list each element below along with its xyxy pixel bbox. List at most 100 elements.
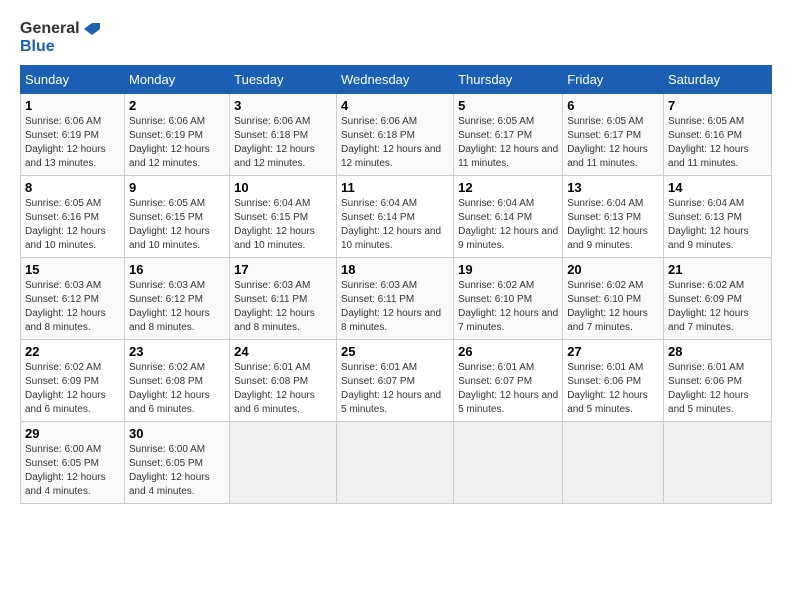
day-info: Sunrise: 6:02 AMSunset: 6:08 PMDaylight:… — [129, 362, 210, 415]
day-info: Sunrise: 6:05 AMSunset: 6:16 PMDaylight:… — [25, 198, 106, 251]
calendar-cell: 18 Sunrise: 6:03 AMSunset: 6:11 PMDaylig… — [336, 258, 453, 340]
day-number: 6 — [567, 98, 659, 113]
day-number: 2 — [129, 98, 225, 113]
day-number: 16 — [129, 262, 225, 277]
day-info: Sunrise: 6:03 AMSunset: 6:12 PMDaylight:… — [129, 280, 210, 333]
day-info: Sunrise: 6:02 AMSunset: 6:09 PMDaylight:… — [25, 362, 106, 415]
calendar-cell: 5 Sunrise: 6:05 AMSunset: 6:17 PMDayligh… — [454, 94, 563, 176]
day-info: Sunrise: 6:03 AMSunset: 6:12 PMDaylight:… — [25, 280, 106, 333]
calendar-cell: 29 Sunrise: 6:00 AMSunset: 6:05 PMDaylig… — [21, 422, 125, 504]
day-info: Sunrise: 6:00 AMSunset: 6:05 PMDaylight:… — [25, 444, 106, 497]
calendar-cell: 19 Sunrise: 6:02 AMSunset: 6:10 PMDaylig… — [454, 258, 563, 340]
day-number: 27 — [567, 344, 659, 359]
day-number: 1 — [25, 98, 120, 113]
day-number: 21 — [668, 262, 767, 277]
weekday-header: Monday — [124, 66, 229, 94]
weekday-header-row: SundayMondayTuesdayWednesdayThursdayFrid… — [21, 66, 772, 94]
logo: General Blue — [20, 20, 100, 55]
calendar-table: SundayMondayTuesdayWednesdayThursdayFrid… — [20, 65, 772, 504]
day-number: 24 — [234, 344, 332, 359]
day-number: 22 — [25, 344, 120, 359]
day-number: 4 — [341, 98, 449, 113]
day-info: Sunrise: 6:01 AMSunset: 6:06 PMDaylight:… — [567, 362, 648, 415]
weekday-header: Thursday — [454, 66, 563, 94]
calendar-cell: 7 Sunrise: 6:05 AMSunset: 6:16 PMDayligh… — [664, 94, 772, 176]
calendar-cell — [230, 422, 337, 504]
day-number: 17 — [234, 262, 332, 277]
calendar-cell: 20 Sunrise: 6:02 AMSunset: 6:10 PMDaylig… — [563, 258, 664, 340]
day-number: 14 — [668, 180, 767, 195]
calendar-cell: 28 Sunrise: 6:01 AMSunset: 6:06 PMDaylig… — [664, 340, 772, 422]
calendar-week-row: 22 Sunrise: 6:02 AMSunset: 6:09 PMDaylig… — [21, 340, 772, 422]
day-number: 10 — [234, 180, 332, 195]
calendar-cell — [664, 422, 772, 504]
day-info: Sunrise: 6:05 AMSunset: 6:16 PMDaylight:… — [668, 116, 749, 169]
day-info: Sunrise: 6:01 AMSunset: 6:06 PMDaylight:… — [668, 362, 749, 415]
day-number: 28 — [668, 344, 767, 359]
day-info: Sunrise: 6:01 AMSunset: 6:08 PMDaylight:… — [234, 362, 315, 415]
weekday-header: Saturday — [664, 66, 772, 94]
day-number: 15 — [25, 262, 120, 277]
logo-line1: General — [20, 20, 100, 38]
day-number: 5 — [458, 98, 558, 113]
day-number: 25 — [341, 344, 449, 359]
calendar-cell: 12 Sunrise: 6:04 AMSunset: 6:14 PMDaylig… — [454, 176, 563, 258]
day-info: Sunrise: 6:04 AMSunset: 6:13 PMDaylight:… — [567, 198, 648, 251]
logo-text-block: General Blue — [20, 20, 100, 55]
calendar-week-row: 8 Sunrise: 6:05 AMSunset: 6:16 PMDayligh… — [21, 176, 772, 258]
day-info: Sunrise: 6:01 AMSunset: 6:07 PMDaylight:… — [341, 362, 441, 415]
logo-line2: Blue — [20, 38, 100, 56]
weekday-header: Wednesday — [336, 66, 453, 94]
day-info: Sunrise: 6:01 AMSunset: 6:07 PMDaylight:… — [458, 362, 558, 415]
calendar-cell: 27 Sunrise: 6:01 AMSunset: 6:06 PMDaylig… — [563, 340, 664, 422]
calendar-cell — [336, 422, 453, 504]
calendar-cell: 23 Sunrise: 6:02 AMSunset: 6:08 PMDaylig… — [124, 340, 229, 422]
calendar-cell: 16 Sunrise: 6:03 AMSunset: 6:12 PMDaylig… — [124, 258, 229, 340]
calendar-cell: 13 Sunrise: 6:04 AMSunset: 6:13 PMDaylig… — [563, 176, 664, 258]
weekday-header: Tuesday — [230, 66, 337, 94]
day-info: Sunrise: 6:02 AMSunset: 6:10 PMDaylight:… — [567, 280, 648, 333]
calendar-cell: 3 Sunrise: 6:06 AMSunset: 6:18 PMDayligh… — [230, 94, 337, 176]
calendar-cell: 25 Sunrise: 6:01 AMSunset: 6:07 PMDaylig… — [336, 340, 453, 422]
weekday-header: Sunday — [21, 66, 125, 94]
day-info: Sunrise: 6:06 AMSunset: 6:19 PMDaylight:… — [129, 116, 210, 169]
day-number: 11 — [341, 180, 449, 195]
day-number: 9 — [129, 180, 225, 195]
day-info: Sunrise: 6:05 AMSunset: 6:15 PMDaylight:… — [129, 198, 210, 251]
calendar-cell: 8 Sunrise: 6:05 AMSunset: 6:16 PMDayligh… — [21, 176, 125, 258]
calendar-cell: 26 Sunrise: 6:01 AMSunset: 6:07 PMDaylig… — [454, 340, 563, 422]
day-info: Sunrise: 6:02 AMSunset: 6:10 PMDaylight:… — [458, 280, 558, 333]
calendar-cell: 10 Sunrise: 6:04 AMSunset: 6:15 PMDaylig… — [230, 176, 337, 258]
day-info: Sunrise: 6:06 AMSunset: 6:19 PMDaylight:… — [25, 116, 106, 169]
day-number: 23 — [129, 344, 225, 359]
day-number: 29 — [25, 426, 120, 441]
calendar-cell: 2 Sunrise: 6:06 AMSunset: 6:19 PMDayligh… — [124, 94, 229, 176]
day-number: 19 — [458, 262, 558, 277]
day-info: Sunrise: 6:04 AMSunset: 6:13 PMDaylight:… — [668, 198, 749, 251]
calendar-cell: 21 Sunrise: 6:02 AMSunset: 6:09 PMDaylig… — [664, 258, 772, 340]
day-info: Sunrise: 6:06 AMSunset: 6:18 PMDaylight:… — [234, 116, 315, 169]
day-info: Sunrise: 6:02 AMSunset: 6:09 PMDaylight:… — [668, 280, 749, 333]
day-number: 20 — [567, 262, 659, 277]
day-info: Sunrise: 6:04 AMSunset: 6:14 PMDaylight:… — [458, 198, 558, 251]
day-info: Sunrise: 6:04 AMSunset: 6:15 PMDaylight:… — [234, 198, 315, 251]
calendar-cell — [454, 422, 563, 504]
calendar-cell: 24 Sunrise: 6:01 AMSunset: 6:08 PMDaylig… — [230, 340, 337, 422]
weekday-header: Friday — [563, 66, 664, 94]
day-info: Sunrise: 6:03 AMSunset: 6:11 PMDaylight:… — [234, 280, 315, 333]
calendar-cell: 4 Sunrise: 6:06 AMSunset: 6:18 PMDayligh… — [336, 94, 453, 176]
day-number: 7 — [668, 98, 767, 113]
day-number: 3 — [234, 98, 332, 113]
day-info: Sunrise: 6:04 AMSunset: 6:14 PMDaylight:… — [341, 198, 441, 251]
day-number: 26 — [458, 344, 558, 359]
day-number: 8 — [25, 180, 120, 195]
day-number: 12 — [458, 180, 558, 195]
calendar-week-row: 15 Sunrise: 6:03 AMSunset: 6:12 PMDaylig… — [21, 258, 772, 340]
calendar-cell: 9 Sunrise: 6:05 AMSunset: 6:15 PMDayligh… — [124, 176, 229, 258]
day-info: Sunrise: 6:03 AMSunset: 6:11 PMDaylight:… — [341, 280, 441, 333]
day-info: Sunrise: 6:05 AMSunset: 6:17 PMDaylight:… — [458, 116, 558, 169]
page-header: General Blue — [20, 20, 772, 55]
day-number: 13 — [567, 180, 659, 195]
calendar-cell: 1 Sunrise: 6:06 AMSunset: 6:19 PMDayligh… — [21, 94, 125, 176]
day-number: 30 — [129, 426, 225, 441]
